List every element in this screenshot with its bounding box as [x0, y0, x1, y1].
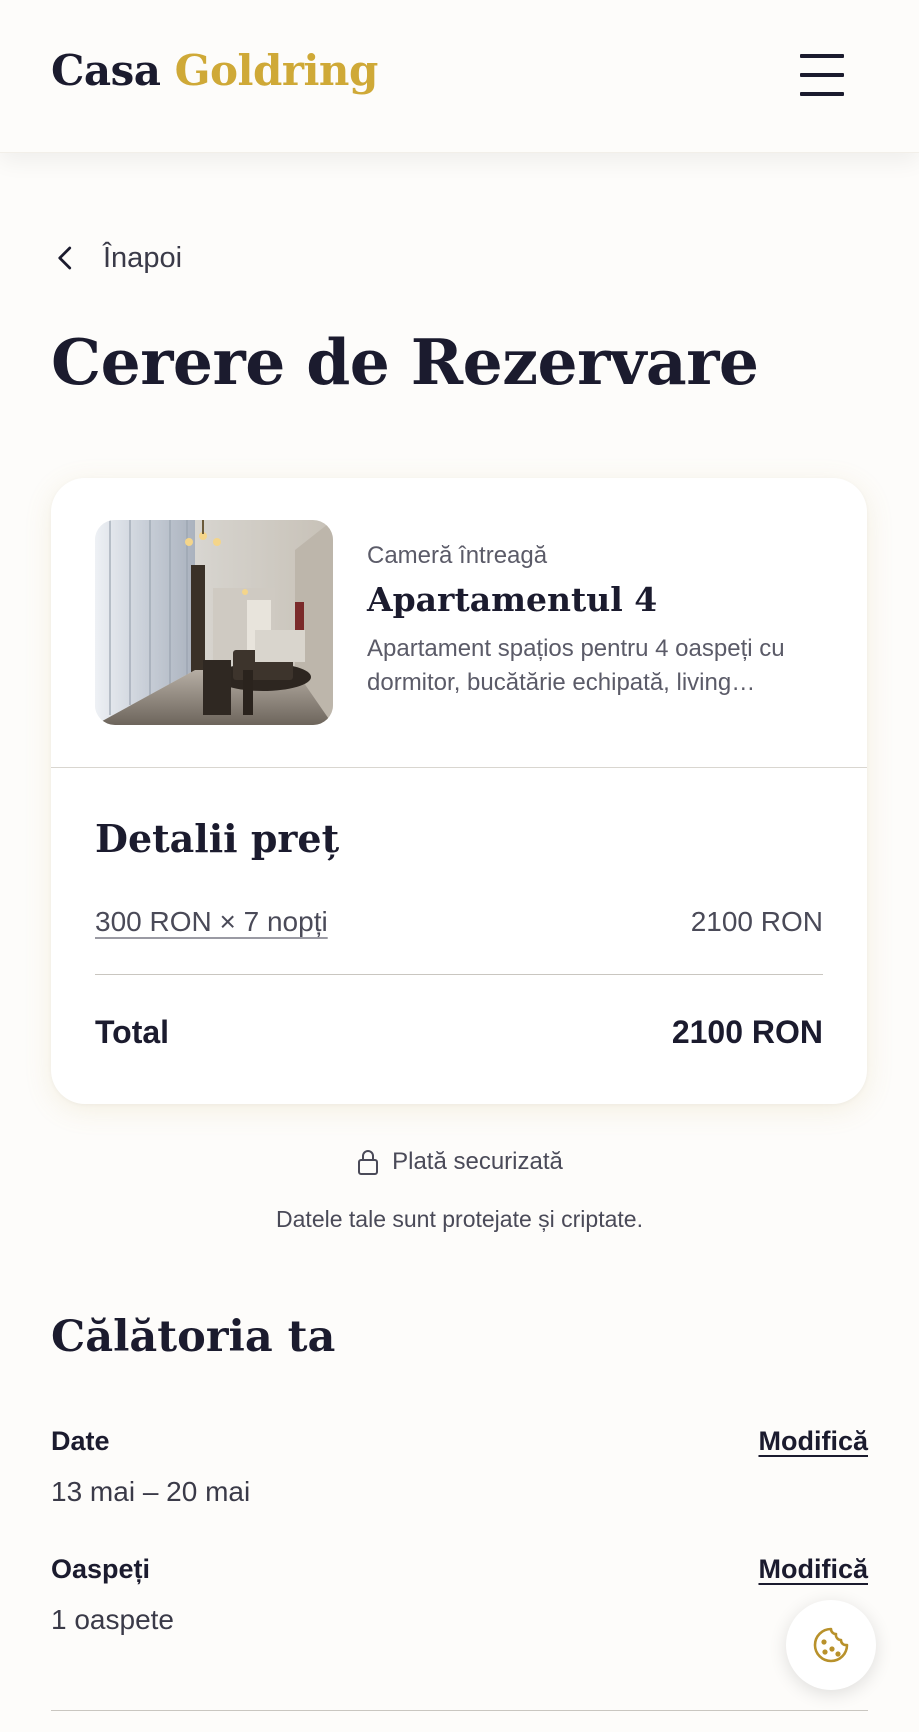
price-breakdown-amount: 2100 RON: [690, 906, 823, 937]
price-divider: [95, 974, 823, 975]
hamburger-menu-icon[interactable]: [792, 50, 852, 100]
total-amount: 2100 RON: [671, 1014, 823, 1050]
price-breakdown-link[interactable]: 300 RON × 7 nopți: [95, 906, 328, 938]
modify-dates-button[interactable]: Modifică: [758, 1426, 868, 1457]
listing-name: Apartamentul 4: [367, 580, 658, 619]
cookie-icon: [813, 1627, 849, 1663]
guests-value: 1 oaspete: [51, 1604, 174, 1635]
site-header: Casa Goldring: [0, 0, 919, 153]
brand-name-part1: Casa: [51, 46, 161, 95]
listing-type: Cameră întreagă: [367, 542, 548, 569]
total-label: Total: [95, 1014, 170, 1050]
dates-label: Date: [51, 1426, 110, 1456]
card-divider: [51, 767, 867, 768]
brand-logo[interactable]: Casa Goldring: [51, 46, 378, 95]
dates-value: 13 mai – 20 mai: [51, 1476, 251, 1507]
listing-photo: [95, 520, 333, 725]
lock-icon: [358, 1150, 379, 1175]
cookie-settings-button[interactable]: [786, 1600, 876, 1690]
back-link[interactable]: Înapoi: [51, 238, 182, 278]
chevron-left-icon: [58, 246, 72, 270]
booking-summary-card: Cameră întreagă Apartamentul 4 Apartamen…: [51, 478, 867, 1104]
section-divider: [51, 1710, 868, 1711]
secure-payment-indicator: Plată securizată: [0, 1148, 919, 1176]
secure-payment-note: Datele tale sunt protejate și criptate.: [276, 1206, 643, 1232]
trip-section-title: Călătoria ta: [51, 1312, 336, 1362]
listing-description: Apartament spațios pentru 4 oaspeți cu d…: [367, 635, 785, 696]
brand-name-part2: Goldring: [174, 46, 379, 95]
guests-label: Oaspeți: [51, 1554, 151, 1584]
secure-payment-label: Plată securizată: [392, 1148, 563, 1175]
modify-guests-button[interactable]: Modifică: [758, 1554, 868, 1585]
page-title: Cerere de Rezervare: [51, 325, 759, 399]
back-label: Înapoi: [103, 241, 183, 274]
price-details-title: Detalii preț: [95, 816, 340, 861]
